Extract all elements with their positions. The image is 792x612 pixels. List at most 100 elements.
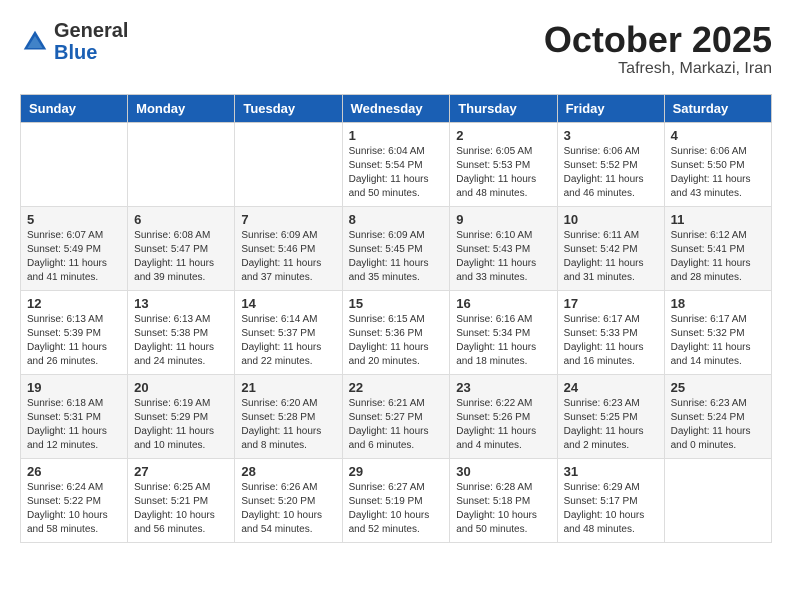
day-info: Sunrise: 6:13 AM Sunset: 5:39 PM Dayligh… (27, 313, 121, 369)
day-number: 30 (456, 464, 550, 479)
calendar-cell: 30 Sunrise: 6:28 AM Sunset: 5:18 PM Dayli… (450, 458, 557, 542)
logo-text: General Blue (54, 20, 128, 64)
day-info: Sunrise: 6:16 AM Sunset: 5:34 PM Dayligh… (456, 313, 550, 369)
calendar-cell: 8 Sunrise: 6:09 AM Sunset: 5:45 PM Daylig… (342, 206, 450, 290)
calendar-cell (128, 122, 235, 206)
day-info: Sunrise: 6:22 AM Sunset: 5:26 PM Dayligh… (456, 397, 550, 453)
day-info: Sunrise: 6:06 AM Sunset: 5:50 PM Dayligh… (671, 145, 765, 201)
day-info: Sunrise: 6:21 AM Sunset: 5:27 PM Dayligh… (349, 397, 444, 453)
day-info: Sunrise: 6:14 AM Sunset: 5:37 PM Dayligh… (241, 313, 335, 369)
day-info: Sunrise: 6:20 AM Sunset: 5:28 PM Dayligh… (241, 397, 335, 453)
day-number: 3 (564, 128, 658, 143)
day-info: Sunrise: 6:13 AM Sunset: 5:38 PM Dayligh… (134, 313, 228, 369)
calendar-cell: 12 Sunrise: 6:13 AM Sunset: 5:39 PM Dayli… (21, 290, 128, 374)
day-number: 5 (27, 212, 121, 227)
day-info: Sunrise: 6:12 AM Sunset: 5:41 PM Dayligh… (671, 229, 765, 285)
day-number: 17 (564, 296, 658, 311)
day-number: 6 (134, 212, 228, 227)
day-number: 28 (241, 464, 335, 479)
day-number: 12 (27, 296, 121, 311)
day-info: Sunrise: 6:11 AM Sunset: 5:42 PM Dayligh… (564, 229, 658, 285)
weekday-header: Thursday (450, 94, 557, 122)
calendar-table: SundayMondayTuesdayWednesdayThursdayFrid… (20, 94, 772, 543)
calendar-header-row: SundayMondayTuesdayWednesdayThursdayFrid… (21, 94, 772, 122)
day-number: 1 (349, 128, 444, 143)
day-number: 21 (241, 380, 335, 395)
calendar-cell: 13 Sunrise: 6:13 AM Sunset: 5:38 PM Dayli… (128, 290, 235, 374)
logo: General Blue (20, 20, 128, 64)
day-number: 31 (564, 464, 658, 479)
calendar-cell: 2Sunrise: 6:05 AM Sunset: 5:53 PM Daylig… (450, 122, 557, 206)
weekday-header: Saturday (664, 94, 771, 122)
calendar-cell: 28Sunrise: 6:26 AM Sunset: 5:20 PM Dayli… (235, 458, 342, 542)
day-info: Sunrise: 6:27 AM Sunset: 5:19 PM Dayligh… (349, 481, 444, 537)
day-number: 27 (134, 464, 228, 479)
calendar-cell: 10 Sunrise: 6:11 AM Sunset: 5:42 PM Dayli… (557, 206, 664, 290)
day-info: Sunrise: 6:29 AM Sunset: 5:17 PM Dayligh… (564, 481, 658, 537)
day-number: 7 (241, 212, 335, 227)
day-number: 11 (671, 212, 765, 227)
day-info: Sunrise: 6:28 AM Sunset: 5:18 PM Dayligh… (456, 481, 550, 537)
day-number: 13 (134, 296, 228, 311)
calendar-cell: 23 Sunrise: 6:22 AM Sunset: 5:26 PM Dayli… (450, 374, 557, 458)
logo-icon (20, 27, 50, 57)
weekday-header: Friday (557, 94, 664, 122)
day-number: 24 (564, 380, 658, 395)
calendar-week-row: 5 Sunrise: 6:07 AM Sunset: 5:49 PM Daylig… (21, 206, 772, 290)
day-info: Sunrise: 6:15 AM Sunset: 5:36 PM Dayligh… (349, 313, 444, 369)
day-number: 22 (349, 380, 444, 395)
calendar-cell: 15 Sunrise: 6:15 AM Sunset: 5:36 PM Dayli… (342, 290, 450, 374)
calendar-cell: 7 Sunrise: 6:09 AM Sunset: 5:46 PM Daylig… (235, 206, 342, 290)
calendar-cell: 16 Sunrise: 6:16 AM Sunset: 5:34 PM Dayli… (450, 290, 557, 374)
day-info: Sunrise: 6:05 AM Sunset: 5:53 PM Dayligh… (456, 145, 550, 201)
calendar-cell: 22 Sunrise: 6:21 AM Sunset: 5:27 PM Dayli… (342, 374, 450, 458)
logo-blue: Blue (54, 42, 128, 64)
calendar-cell: 25Sunrise: 6:23 AM Sunset: 5:24 PM Dayli… (664, 374, 771, 458)
day-info: Sunrise: 6:17 AM Sunset: 5:33 PM Dayligh… (564, 313, 658, 369)
weekday-header: Monday (128, 94, 235, 122)
calendar-cell (664, 458, 771, 542)
day-info: Sunrise: 6:06 AM Sunset: 5:52 PM Dayligh… (564, 145, 658, 201)
calendar-week-row: 12 Sunrise: 6:13 AM Sunset: 5:39 PM Dayli… (21, 290, 772, 374)
day-number: 23 (456, 380, 550, 395)
day-number: 8 (349, 212, 444, 227)
calendar-cell: 14 Sunrise: 6:14 AM Sunset: 5:37 PM Dayli… (235, 290, 342, 374)
day-info: Sunrise: 6:23 AM Sunset: 5:25 PM Dayligh… (564, 397, 658, 453)
day-number: 10 (564, 212, 658, 227)
day-number: 14 (241, 296, 335, 311)
day-info: Sunrise: 6:09 AM Sunset: 5:45 PM Dayligh… (349, 229, 444, 285)
day-info: Sunrise: 6:17 AM Sunset: 5:32 PM Dayligh… (671, 313, 765, 369)
day-info: Sunrise: 6:10 AM Sunset: 5:43 PM Dayligh… (456, 229, 550, 285)
day-info: Sunrise: 6:04 AM Sunset: 5:54 PM Dayligh… (349, 145, 444, 201)
day-number: 26 (27, 464, 121, 479)
day-number: 18 (671, 296, 765, 311)
day-number: 25 (671, 380, 765, 395)
day-number: 4 (671, 128, 765, 143)
calendar-cell: 5 Sunrise: 6:07 AM Sunset: 5:49 PM Daylig… (21, 206, 128, 290)
location-subtitle: Tafresh, Markazi, Iran (544, 60, 772, 78)
calendar-cell: 24 Sunrise: 6:23 AM Sunset: 5:25 PM Dayli… (557, 374, 664, 458)
day-number: 16 (456, 296, 550, 311)
day-number: 20 (134, 380, 228, 395)
day-number: 19 (27, 380, 121, 395)
calendar-cell: 17 Sunrise: 6:17 AM Sunset: 5:33 PM Dayli… (557, 290, 664, 374)
day-info: Sunrise: 6:09 AM Sunset: 5:46 PM Dayligh… (241, 229, 335, 285)
day-info: Sunrise: 6:08 AM Sunset: 5:47 PM Dayligh… (134, 229, 228, 285)
calendar-cell: 29Sunrise: 6:27 AM Sunset: 5:19 PM Dayli… (342, 458, 450, 542)
page-header: General Blue October 2025 Tafresh, Marka… (20, 20, 772, 78)
calendar-week-row: 19Sunrise: 6:18 AM Sunset: 5:31 PM Dayli… (21, 374, 772, 458)
calendar-cell: 20Sunrise: 6:19 AM Sunset: 5:29 PM Dayli… (128, 374, 235, 458)
calendar-cell: 1 Sunrise: 6:04 AM Sunset: 5:54 PM Daylig… (342, 122, 450, 206)
calendar-cell: 6 Sunrise: 6:08 AM Sunset: 5:47 PM Daylig… (128, 206, 235, 290)
day-number: 15 (349, 296, 444, 311)
calendar-cell: 11 Sunrise: 6:12 AM Sunset: 5:41 PM Dayli… (664, 206, 771, 290)
day-info: Sunrise: 6:25 AM Sunset: 5:21 PM Dayligh… (134, 481, 228, 537)
calendar-cell: 19Sunrise: 6:18 AM Sunset: 5:31 PM Dayli… (21, 374, 128, 458)
calendar-cell: 26Sunrise: 6:24 AM Sunset: 5:22 PM Dayli… (21, 458, 128, 542)
calendar-cell: 3 Sunrise: 6:06 AM Sunset: 5:52 PM Daylig… (557, 122, 664, 206)
logo-general: General (54, 20, 128, 42)
day-info: Sunrise: 6:07 AM Sunset: 5:49 PM Dayligh… (27, 229, 121, 285)
weekday-header: Sunday (21, 94, 128, 122)
calendar-week-row: 26Sunrise: 6:24 AM Sunset: 5:22 PM Dayli… (21, 458, 772, 542)
calendar-cell: 27 Sunrise: 6:25 AM Sunset: 5:21 PM Dayli… (128, 458, 235, 542)
